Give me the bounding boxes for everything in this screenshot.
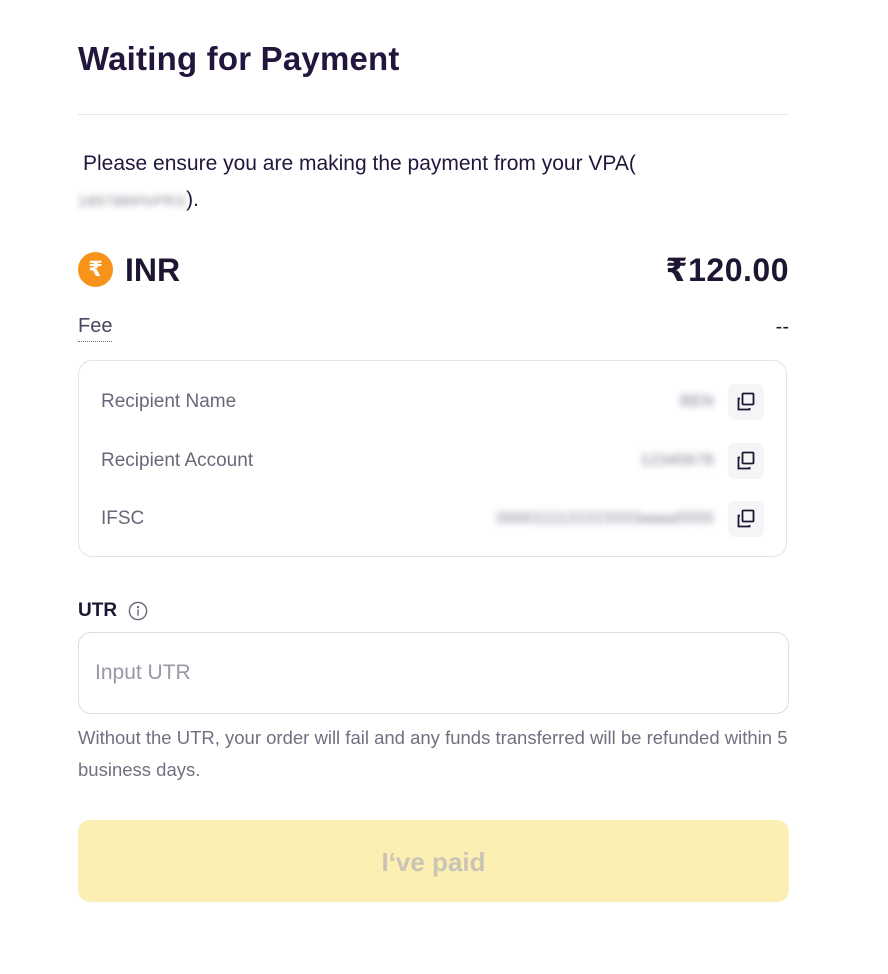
- recipient-account-row: Recipient Account 12345678: [101, 443, 764, 479]
- ifsc-value: 0000111122223333aaaa5555: [496, 510, 714, 527]
- copy-recipient-name-button[interactable]: [728, 384, 764, 420]
- fee-value: --: [775, 316, 789, 338]
- ive-paid-button[interactable]: I‘ve paid: [78, 820, 789, 902]
- payment-amount: ₹120.00: [665, 252, 789, 288]
- title-divider: [78, 114, 789, 115]
- ifsc-label: IFSC: [101, 508, 145, 529]
- copy-ifsc-button[interactable]: [728, 501, 764, 537]
- recipient-account-label: Recipient Account: [101, 450, 254, 471]
- fee-label[interactable]: Fee: [78, 314, 113, 342]
- ifsc-row: IFSC 0000111122223333aaaa5555: [101, 501, 764, 537]
- copy-recipient-account-button[interactable]: [728, 443, 764, 479]
- notice-text-end: ).: [186, 188, 199, 211]
- rupee-coin-icon: ₹: [78, 252, 113, 287]
- info-icon[interactable]: [128, 601, 148, 621]
- recipient-name-row: Recipient Name BEN: [101, 384, 764, 420]
- fee-row: Fee --: [78, 314, 789, 346]
- utr-hint: Without the UTR, your order will fail an…: [78, 727, 788, 780]
- recipient-details-card: Recipient Name BEN Recipient Account 123…: [78, 360, 787, 557]
- copy-icon: [737, 509, 755, 528]
- utr-label-row: UTR: [78, 598, 148, 624]
- recipient-name-value: BEN: [680, 393, 714, 410]
- currency-code: INR: [125, 252, 181, 288]
- recipient-name-label: Recipient Name: [101, 391, 237, 412]
- copy-icon: [737, 451, 755, 470]
- notice-text: Please ensure you are making the payment…: [83, 152, 636, 175]
- utr-label: UTR: [78, 600, 118, 621]
- page-title: Waiting for Payment: [78, 40, 400, 77]
- vpa-notice: Please ensure you are making the payment…: [78, 146, 718, 220]
- utr-input[interactable]: [78, 632, 789, 714]
- recipient-account-value: 12345678: [640, 452, 714, 469]
- copy-icon: [737, 392, 755, 411]
- vpa-value: 1897889%PRS: [78, 193, 187, 210]
- currency-row: ₹ INR ₹120.00: [78, 248, 789, 292]
